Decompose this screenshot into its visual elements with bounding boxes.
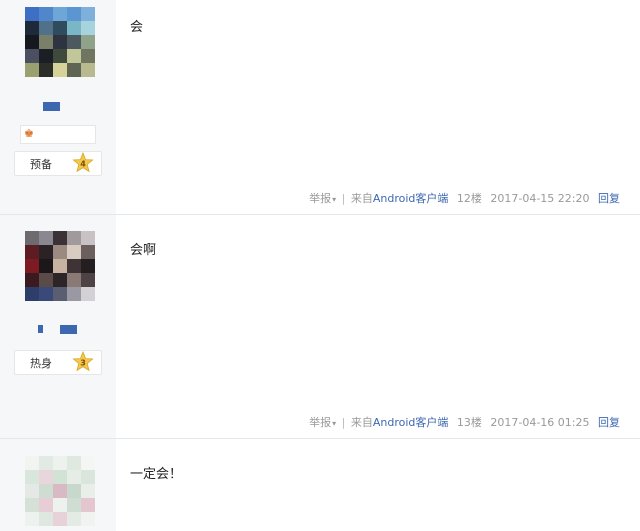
separator: | xyxy=(341,192,346,205)
separator: | xyxy=(341,416,346,429)
post-content: 会啊 举报▾ | 来自Android客户端 13楼 2017-04-16 01:… xyxy=(116,215,640,438)
source-link[interactable]: Android客户端 xyxy=(373,192,449,205)
post-timestamp: 2017-04-16 01:25 xyxy=(490,416,590,429)
post-13: 热身 3 会啊 举报▾ | 来自Android客户端 13楼 2017-04-1… xyxy=(0,215,640,438)
post-message: 一定会！ xyxy=(130,467,183,482)
source-prefix: 来自 xyxy=(350,416,373,429)
post-12: ♚ 预备 4 会 举报▾ | 来自Android客户端 12楼 2017-04-… xyxy=(0,0,640,214)
post-content: 会 举报▾ | 来自Android客户端 12楼 2017-04-15 22:2… xyxy=(116,0,640,214)
avatar[interactable] xyxy=(25,456,95,526)
report-link[interactable]: 举报 xyxy=(309,416,331,429)
star-icon: 4 xyxy=(72,152,94,174)
author-panel: ♚ 预备 4 xyxy=(0,0,116,214)
post-14: 一定会！ xyxy=(0,439,640,531)
crown-icon: ♚ xyxy=(24,127,34,140)
report-link[interactable]: 举报 xyxy=(309,192,331,205)
post-meta: 举报▾ | 来自Android客户端 13楼 2017-04-16 01:25 … xyxy=(309,414,620,430)
level-number: 3 xyxy=(80,359,86,368)
username[interactable] xyxy=(43,102,60,111)
post-meta: 举报▾ | 来自Android客户端 12楼 2017-04-15 22:20 … xyxy=(309,190,620,206)
post-content: 一定会！ xyxy=(116,439,640,531)
chevron-down-icon[interactable]: ▾ xyxy=(332,195,336,204)
post-message: 会啊 xyxy=(130,243,157,258)
reply-link[interactable]: 回复 xyxy=(598,192,620,205)
source-prefix: 来自 xyxy=(350,192,373,205)
post-message: 会 xyxy=(130,20,144,35)
author-panel: 热身 3 xyxy=(0,215,116,438)
level-badge[interactable]: 预备 4 xyxy=(14,151,102,176)
floor-number: 13楼 xyxy=(456,416,482,429)
avatar[interactable] xyxy=(25,7,95,77)
thread-post-list: ♚ 预备 4 会 举报▾ | 来自Android客户端 12楼 2017-04-… xyxy=(0,0,640,531)
chevron-down-icon[interactable]: ▾ xyxy=(332,419,336,428)
reply-link[interactable]: 回复 xyxy=(598,416,620,429)
level-badge[interactable]: 热身 3 xyxy=(14,350,102,375)
avatar[interactable] xyxy=(25,231,95,301)
username-part[interactable] xyxy=(38,325,43,333)
author-panel xyxy=(0,439,116,531)
source-link[interactable]: Android客户端 xyxy=(373,416,449,429)
level-number: 4 xyxy=(80,160,86,169)
username[interactable] xyxy=(60,325,77,334)
level-label: 预备 xyxy=(30,158,52,171)
star-icon: 3 xyxy=(72,351,94,373)
post-timestamp: 2017-04-15 22:20 xyxy=(490,192,590,205)
floor-number: 12楼 xyxy=(456,192,482,205)
badge-row: ♚ xyxy=(20,125,96,144)
level-label: 热身 xyxy=(30,357,52,370)
